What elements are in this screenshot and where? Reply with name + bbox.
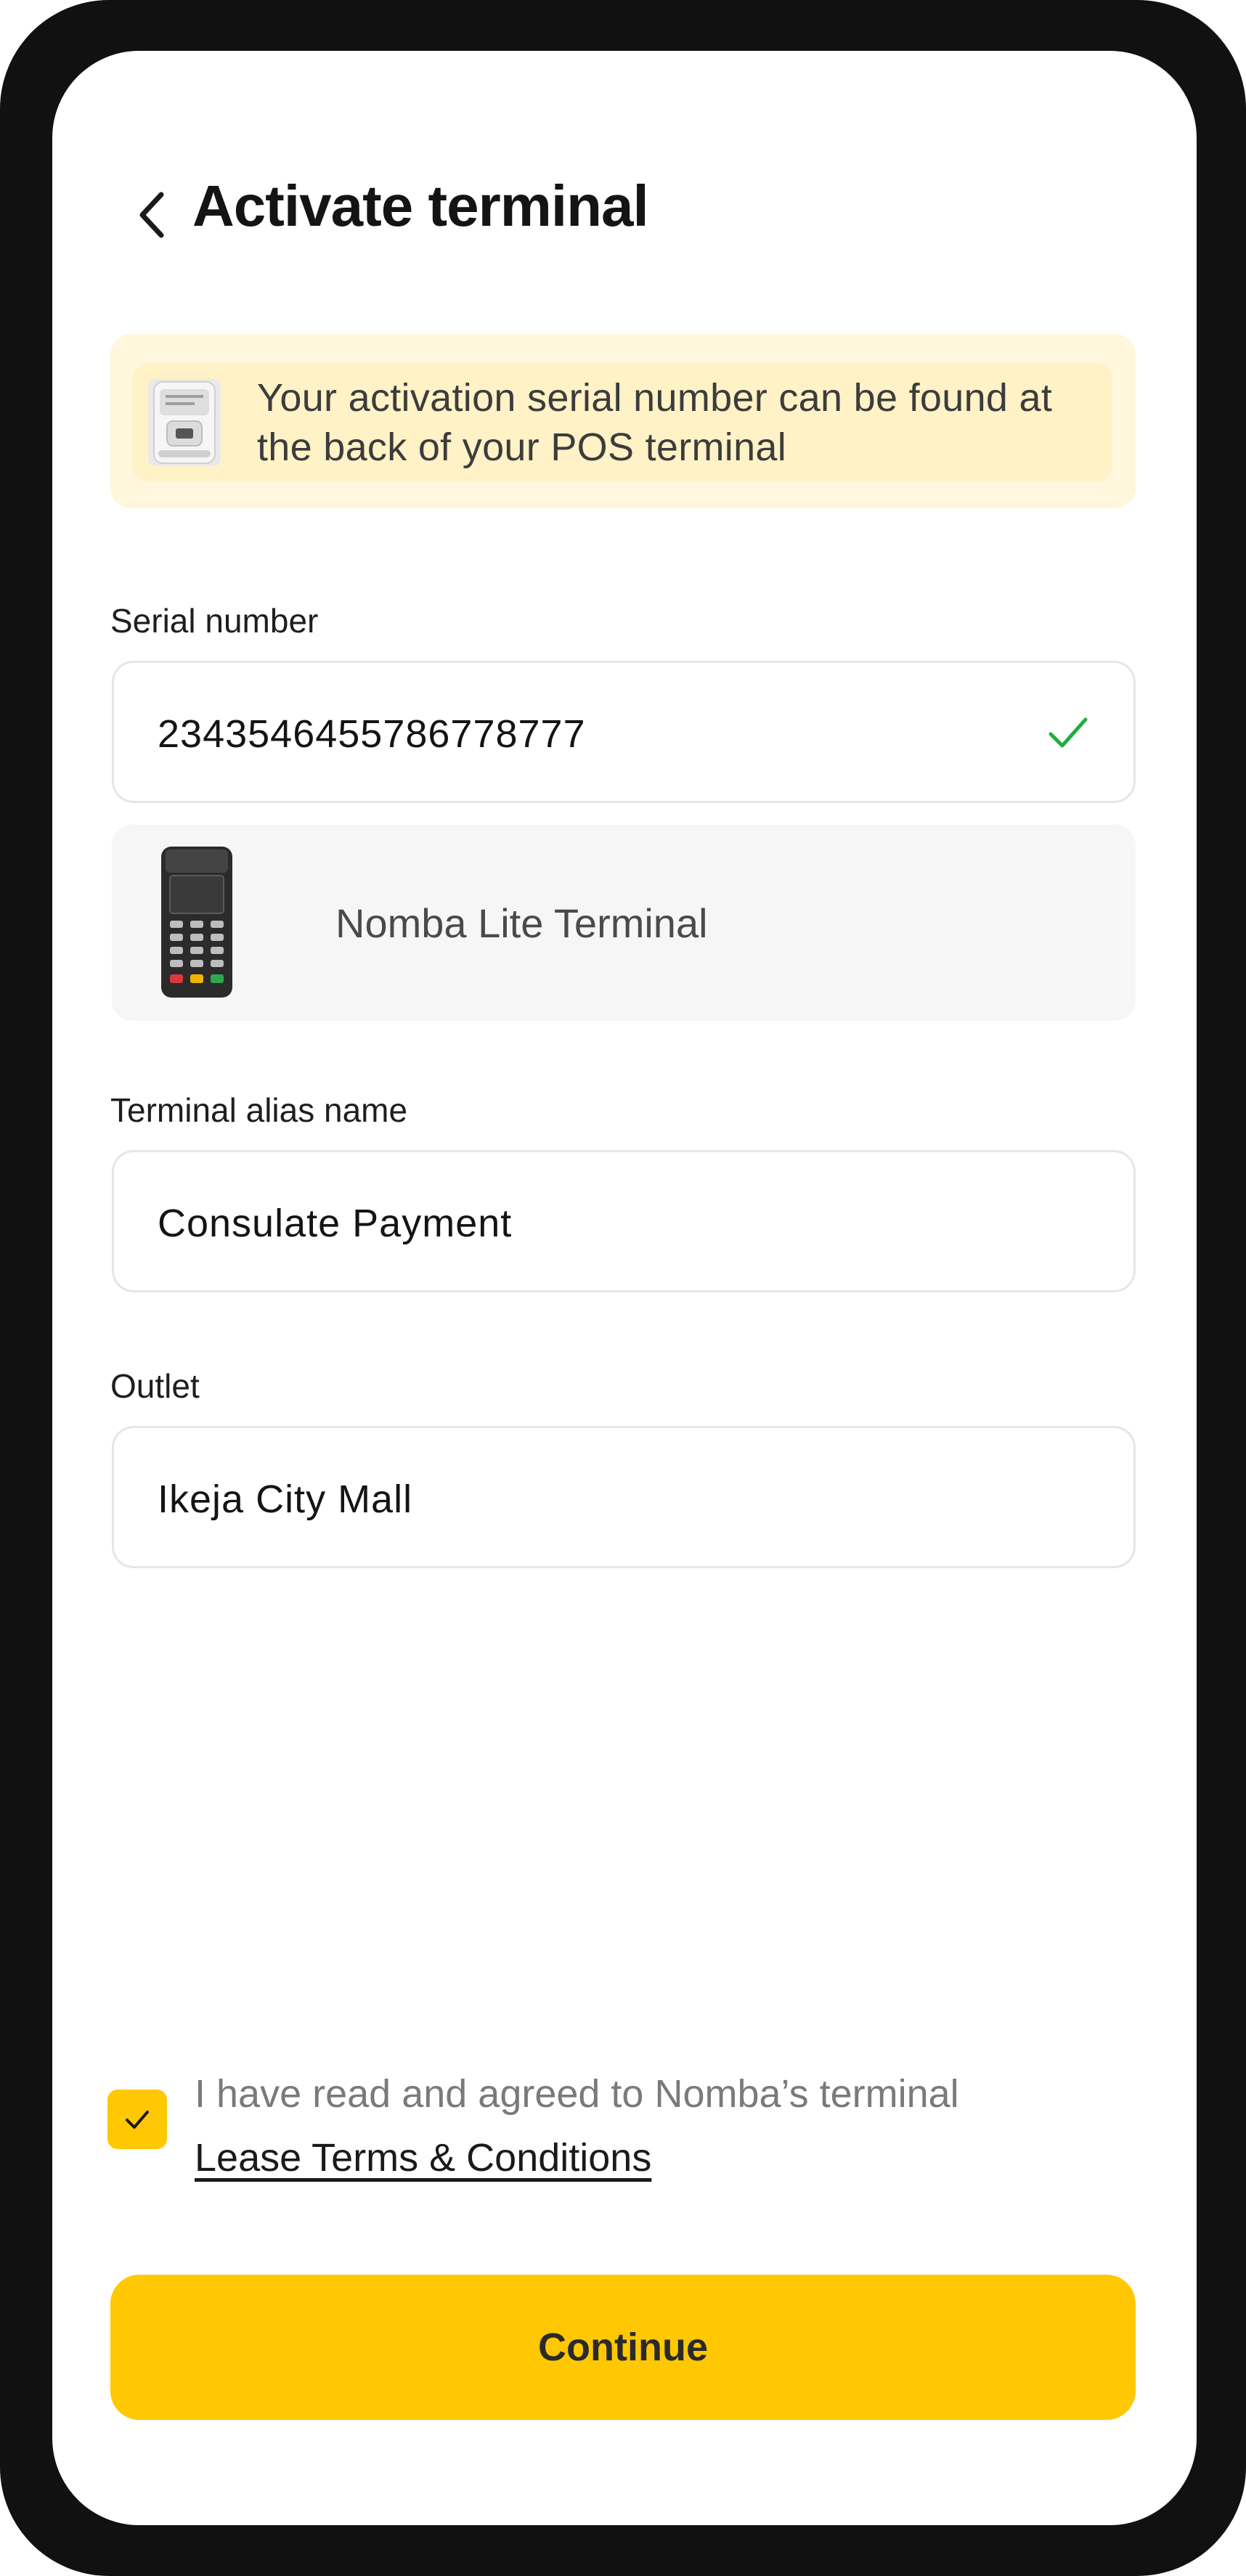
agreement-text: I have read and agreed to Nomba’s termin… bbox=[195, 2062, 959, 2190]
alias-name-value: Consulate Payment bbox=[158, 1202, 513, 1245]
terminal-preview-card: Nomba Lite Terminal bbox=[112, 825, 1136, 1021]
serial-number-label: Serial number bbox=[110, 602, 319, 640]
phone-frame: Activate terminal Your activation serial… bbox=[0, 0, 1246, 2576]
page-title: Activate terminal bbox=[192, 174, 649, 238]
agree-checkbox[interactable] bbox=[107, 2090, 167, 2149]
header: Activate terminal bbox=[52, 51, 1197, 269]
info-banner-text: Your activation serial number can be fou… bbox=[257, 376, 1053, 469]
serial-number-value: 2343546455786778777 bbox=[158, 712, 586, 756]
check-icon bbox=[1048, 717, 1088, 748]
agreement-statement: I have read and agreed to Nomba’s termin… bbox=[195, 2072, 959, 2116]
continue-button[interactable]: Continue bbox=[110, 2275, 1136, 2420]
app-screen: Activate terminal Your activation serial… bbox=[52, 51, 1197, 2525]
back-button[interactable] bbox=[116, 179, 189, 251]
terminal-name: Nomba Lite Terminal bbox=[335, 900, 708, 946]
info-banner: Your activation serial number can be fou… bbox=[110, 334, 1136, 508]
outlet-value: Ikeja City Mall bbox=[158, 1477, 413, 1521]
alias-name-input[interactable]: Consulate Payment bbox=[112, 1150, 1136, 1292]
lease-terms-link[interactable]: Lease Terms & Conditions bbox=[195, 2126, 959, 2190]
outlet-label: Outlet bbox=[110, 1367, 200, 1405]
pos-terminal-image bbox=[161, 847, 232, 998]
alias-name-label: Terminal alias name bbox=[110, 1091, 408, 1129]
info-banner-inner: Your activation serial number can be fou… bbox=[132, 363, 1112, 482]
chevron-left-icon bbox=[139, 192, 164, 238]
checkmark-icon bbox=[126, 2111, 149, 2129]
pos-device-back-image bbox=[148, 379, 221, 466]
outlet-input[interactable]: Ikeja City Mall bbox=[112, 1426, 1136, 1568]
serial-number-input[interactable]: 2343546455786778777 bbox=[112, 661, 1136, 803]
